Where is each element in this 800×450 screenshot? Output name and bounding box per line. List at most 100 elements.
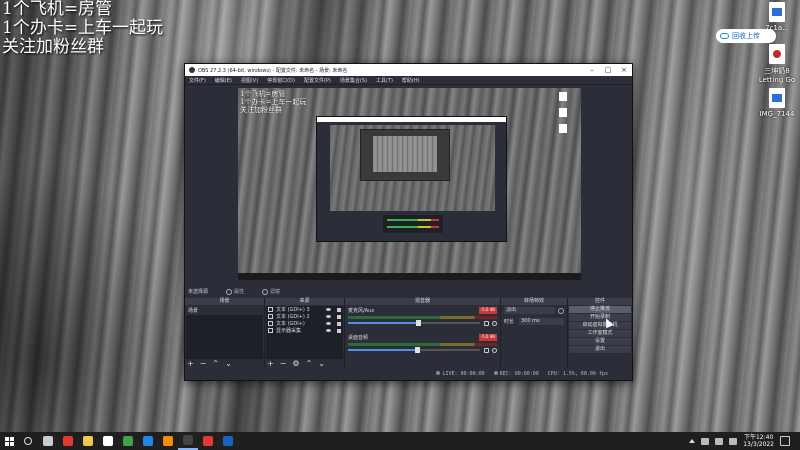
nested-obs-capture [316, 116, 507, 242]
text-source-icon [268, 314, 273, 319]
menu-edit[interactable]: 编辑(E) [215, 77, 232, 84]
cloud-upload-button[interactable]: 回收上传 [716, 29, 776, 43]
visibility-icon[interactable] [326, 308, 331, 311]
move-down-button[interactable]: ⌄ [318, 360, 325, 368]
app-red-taskbar-button[interactable] [58, 432, 78, 450]
menu-scene-collection[interactable]: 场景集合(S) [340, 77, 367, 84]
live-indicator-icon [436, 371, 441, 375]
menu-help[interactable]: 帮助(H) [402, 77, 420, 84]
transition-select[interactable]: 淡出 [504, 307, 555, 314]
filter-icon [262, 288, 269, 295]
live-status: LIVE: 00:00:00 [436, 371, 485, 377]
menu-tools[interactable]: 工具(T) [376, 77, 393, 84]
document-icon [769, 2, 785, 22]
gear-icon[interactable] [492, 320, 497, 326]
pdf-icon [769, 44, 785, 64]
tray-overflow-icon[interactable] [689, 439, 696, 443]
no-source-label: 未选择源 [188, 289, 209, 295]
desktop-icon-3[interactable]: IMG_7144 [754, 88, 800, 118]
network-icon[interactable] [701, 437, 710, 445]
volume-fader[interactable] [348, 320, 497, 326]
filters-button[interactable]: 滤镜 [262, 288, 280, 295]
remove-source-button[interactable]: − [280, 360, 287, 368]
outlook-taskbar-button[interactable] [218, 432, 238, 450]
close-button[interactable]: × [616, 66, 632, 74]
lock-icon[interactable] [337, 321, 341, 326]
preview-canvas[interactable]: 1个飞机=房管 1个办卡=上车一起玩 关注加粉丝群 [238, 88, 581, 280]
search-taskbar-button[interactable] [18, 432, 38, 450]
add-source-button[interactable]: + [267, 360, 274, 368]
audio-meter [348, 343, 497, 346]
minimize-button[interactable]: – [584, 66, 600, 74]
scenes-dock: 场景 场景 + − ⌃ ⌄ [185, 298, 264, 368]
source-properties-button[interactable]: ⚙ [292, 360, 299, 368]
notification-icon[interactable] [780, 436, 790, 446]
visibility-icon[interactable] [326, 315, 331, 318]
obs-titlebar[interactable]: OBS 27.2.3 (64-bit, windows) - 配置文件: 未命名… [185, 64, 632, 76]
stream-overlay-text: 1个飞机=房管 1个办卡=上车一起玩 关注加粉丝群 [2, 0, 163, 57]
xbox-icon [123, 436, 133, 446]
controls-dock: 控件 停止推流 开始录制 启动虚拟摄像机 工作室模式 设置 退出 [568, 298, 632, 368]
lock-icon[interactable] [337, 307, 341, 312]
menu-file[interactable]: 文件(F) [189, 77, 206, 84]
camera-app-taskbar-button[interactable] [198, 432, 218, 450]
visibility-icon[interactable] [326, 329, 331, 332]
task-view-taskbar-button[interactable] [38, 432, 58, 450]
source-toolbar: 未选择源 属性 滤镜 [185, 286, 632, 297]
gear-icon[interactable] [492, 347, 497, 353]
fader-knob[interactable] [415, 320, 421, 326]
visibility-icon[interactable] [326, 322, 331, 325]
speaker-icon[interactable] [484, 347, 489, 353]
mixer-title: 混音器 [345, 298, 500, 305]
mixer-channel-mic: 麦克风/Aux -5.0 dB [345, 305, 500, 326]
virtual-camera-button[interactable]: 启动虚拟摄像机 [569, 322, 631, 329]
store-taskbar-button[interactable] [98, 432, 118, 450]
file-explorer-icon [83, 436, 93, 446]
lock-icon[interactable] [337, 328, 341, 333]
maximize-button[interactable]: □ [600, 66, 616, 74]
obs-taskbar-button[interactable] [178, 432, 198, 450]
start-recording-button[interactable]: 开始录制 [569, 314, 631, 321]
exit-button[interactable]: 退出 [569, 346, 631, 353]
audio-meter [348, 316, 497, 319]
search-icon [24, 437, 32, 445]
source-item[interactable]: 显示器采集 [266, 327, 343, 334]
move-up-button[interactable]: ⌃ [212, 360, 219, 368]
system-tray: 下午12:40 13/3/2022 [689, 434, 800, 448]
remove-scene-button[interactable]: − [200, 360, 207, 368]
menu-docks[interactable]: 停靠窗口(D) [267, 77, 295, 84]
lock-icon[interactable] [337, 314, 341, 319]
ime-icon[interactable] [729, 437, 738, 445]
edge-taskbar-button[interactable] [138, 432, 158, 450]
volume-fader[interactable] [348, 347, 497, 353]
mixer-channel-desktop: 桌面音频 -5.0 dB [345, 332, 500, 353]
speaker-icon[interactable] [484, 320, 489, 326]
start-button[interactable] [0, 432, 18, 450]
app-orange-taskbar-button[interactable] [158, 432, 178, 450]
clock[interactable]: 下午12:40 13/3/2022 [743, 434, 774, 448]
move-up-button[interactable]: ⌃ [306, 360, 313, 368]
db-readout: -5.0 dB [478, 307, 497, 314]
desktop-icon-1[interactable]: 7c1a... [754, 2, 800, 32]
gear-icon[interactable] [558, 307, 564, 314]
transitions-dock: 转场特效 淡出 时长 300 ms [501, 298, 567, 368]
menu-view[interactable]: 视图(V) [241, 77, 258, 84]
duration-input[interactable]: 300 ms [519, 318, 564, 325]
source-item[interactable]: 文本 (GDI+) [266, 320, 343, 327]
stop-streaming-button[interactable]: 停止推流 [569, 306, 631, 313]
desktop-icon-2[interactable]: 三坤奶8 Letting Go [754, 44, 800, 84]
xbox-taskbar-button[interactable] [118, 432, 138, 450]
menu-profile[interactable]: 配置文件(P) [304, 77, 331, 84]
scene-item[interactable]: 场景 [186, 306, 263, 315]
file-explorer-taskbar-button[interactable] [78, 432, 98, 450]
source-item[interactable]: 文本 (GDI+) 3 [266, 306, 343, 313]
properties-button[interactable]: 属性 [226, 288, 244, 295]
add-scene-button[interactable]: + [187, 360, 194, 368]
volume-icon[interactable] [715, 437, 724, 445]
studio-mode-button[interactable]: 工作室模式 [569, 330, 631, 337]
settings-button[interactable]: 设置 [569, 338, 631, 345]
move-down-button[interactable]: ⌄ [225, 360, 232, 368]
fader-knob[interactable] [414, 347, 420, 353]
source-item[interactable]: 文本 (GDI+) 2 [266, 313, 343, 320]
status-bar: LIVE: 00:00:00 REC: 00:00:00 CPU: 1.5%, … [185, 368, 632, 380]
